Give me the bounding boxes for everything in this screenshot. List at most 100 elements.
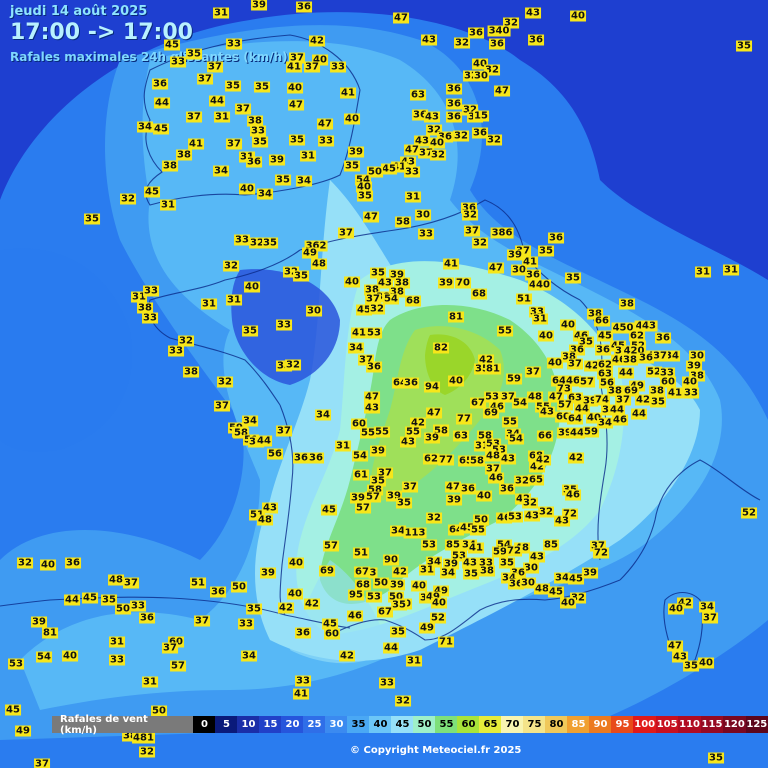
- station-value: 53: [366, 591, 382, 603]
- station-value: 32: [486, 134, 502, 146]
- station-value: 31: [214, 111, 230, 123]
- station-value: 40: [288, 557, 304, 569]
- station-value: 94: [424, 381, 440, 393]
- legend-step: 25: [303, 716, 326, 733]
- station-value: 40: [698, 657, 714, 669]
- legend-step: 100: [633, 716, 656, 733]
- station-value: 48: [108, 574, 124, 586]
- station-value: 36: [446, 98, 462, 110]
- station-value: 40: [538, 330, 554, 342]
- station-value: 45: [548, 586, 564, 598]
- station-value: 44: [256, 435, 272, 447]
- station-value: 37: [186, 111, 202, 123]
- station-value: 50: [115, 603, 131, 615]
- station-value: 47: [667, 640, 683, 652]
- station-value: 43: [364, 402, 380, 414]
- station-value: 34: [242, 415, 258, 427]
- legend-step: 65: [479, 716, 502, 733]
- station-value: 72: [593, 547, 609, 559]
- station-value: 69: [319, 565, 335, 577]
- station-value: 37: [34, 758, 50, 768]
- station-value: 41: [286, 61, 302, 73]
- legend-step: 90: [589, 716, 612, 733]
- station-value: 32: [430, 149, 446, 161]
- station-value: 34: [137, 121, 153, 133]
- station-value: 81: [42, 627, 58, 639]
- station-value: 33: [418, 228, 434, 240]
- station-value: 59: [583, 426, 599, 438]
- station-value: 41: [293, 688, 309, 700]
- station-value: 40: [560, 319, 576, 331]
- station-value: 35: [254, 81, 270, 93]
- station-value: 41: [351, 327, 367, 339]
- station-value: 31: [406, 655, 422, 667]
- station-value: 57: [579, 376, 595, 388]
- station-value: 35: [84, 213, 100, 225]
- station-value: 58: [395, 216, 411, 228]
- station-value: 50: [373, 577, 389, 589]
- legend-step: 0: [193, 716, 216, 733]
- station-value: 64: [567, 413, 583, 425]
- station-value: 38: [176, 149, 192, 161]
- station-value: 47: [364, 391, 380, 403]
- station-value: 34: [315, 409, 331, 421]
- station-value: 41: [443, 258, 459, 270]
- station-value: 36: [403, 377, 419, 389]
- station-value: 54: [383, 293, 399, 305]
- station-value: 55: [497, 325, 513, 337]
- station-value: 31: [335, 440, 351, 452]
- station-value: 66: [594, 315, 610, 327]
- station-value: 47: [317, 118, 333, 130]
- station-value: 42: [568, 452, 584, 464]
- station-value: 48: [311, 258, 327, 270]
- station-value: 63: [410, 89, 426, 101]
- station-value: 48: [257, 514, 273, 526]
- station-value: 47: [488, 262, 504, 274]
- station-value: 37: [652, 350, 668, 362]
- station-value: 34: [440, 567, 456, 579]
- station-value: 40: [547, 357, 563, 369]
- legend-step: 50: [413, 716, 436, 733]
- station-value: 34: [257, 188, 273, 200]
- station-value: 41: [468, 542, 484, 554]
- station-value: 33: [318, 135, 334, 147]
- station-value: 57: [365, 491, 381, 503]
- station-value: 55: [502, 416, 518, 428]
- station-value: 40: [62, 650, 78, 662]
- station-value: 40: [344, 113, 360, 125]
- station-value: 32: [462, 209, 478, 221]
- legend-step: 95: [611, 716, 634, 733]
- station-value: 340: [487, 25, 511, 37]
- station-value: 36: [295, 627, 311, 639]
- legend-step: 110: [678, 716, 701, 733]
- station-value: 36: [548, 232, 564, 244]
- station-value: 42: [535, 454, 551, 466]
- station-value: 54: [508, 433, 524, 445]
- station-value: 46: [565, 489, 581, 501]
- station-value: 60: [324, 628, 340, 640]
- station-value: 35: [683, 660, 699, 672]
- station-value: 44: [209, 95, 225, 107]
- station-value: 32: [139, 746, 155, 758]
- station-value: 31: [695, 266, 711, 278]
- station-value: 35: [390, 626, 406, 638]
- station-value: 36: [308, 452, 324, 464]
- station-value: 47: [393, 12, 409, 24]
- station-value: 40: [535, 279, 551, 291]
- station-value: 63: [453, 430, 469, 442]
- station-value: 35: [262, 237, 278, 249]
- station-value: 42: [309, 35, 325, 47]
- station-value: 33: [234, 234, 250, 246]
- station-value: 31: [300, 150, 316, 162]
- station-value: 43: [500, 453, 516, 465]
- station-value: 37: [304, 61, 320, 73]
- station-value: 43: [529, 551, 545, 563]
- station-value: 31: [532, 313, 548, 325]
- copyright: © Copyright Meteociel.fr 2025: [350, 745, 522, 756]
- station-value: 38: [479, 565, 495, 577]
- station-value: 35: [186, 48, 202, 60]
- station-value: 33: [295, 675, 311, 687]
- station-value: 37: [207, 61, 223, 73]
- station-value: 90: [383, 554, 399, 566]
- station-value: 32: [223, 260, 239, 272]
